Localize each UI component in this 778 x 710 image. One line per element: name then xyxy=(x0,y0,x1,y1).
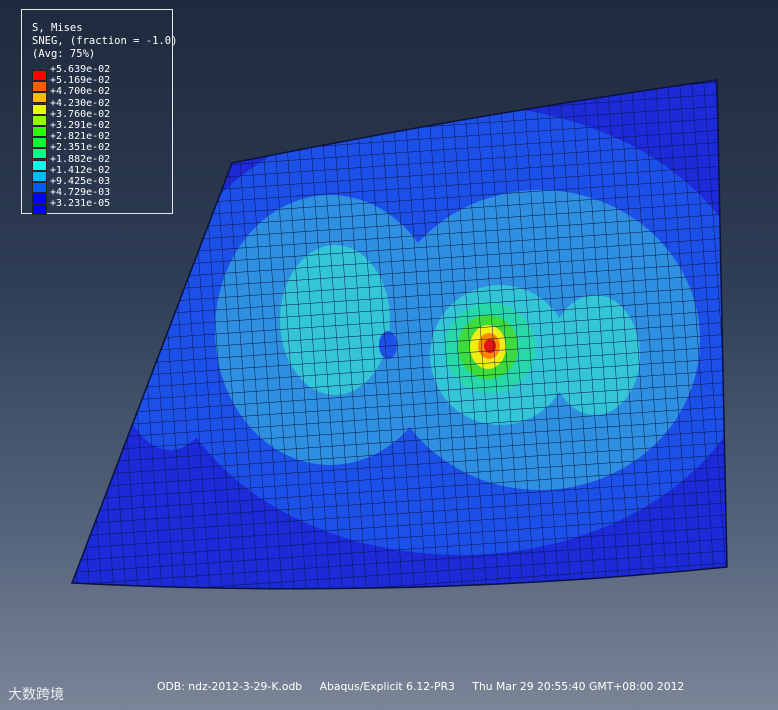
legend-swatch xyxy=(32,204,47,216)
legend-swatch xyxy=(32,92,47,104)
solver-version: Abaqus/Explicit 6.12-PR3 xyxy=(319,680,455,693)
legend-value: +3.760e-02 xyxy=(50,108,111,120)
legend-value: +5.169e-02 xyxy=(50,75,111,87)
legend-value: +2.821e-02 xyxy=(50,131,111,143)
legend-swatch xyxy=(32,148,47,160)
viewport-status-line: ODB: ndz-2012-3-29-K.odb Abaqus/Explicit… xyxy=(157,680,698,693)
legend-value: +4.729e-03 xyxy=(50,187,111,199)
legend-swatch xyxy=(32,159,47,171)
legend-value: +4.230e-02 xyxy=(50,97,111,109)
legend-swatch xyxy=(32,170,47,182)
legend-swatch xyxy=(32,182,47,193)
legend-value: +3.231e-05 xyxy=(50,198,111,210)
legend-value: +2.351e-02 xyxy=(50,142,111,154)
legend-value: +3.291e-02 xyxy=(50,120,111,131)
legend-value: +1.882e-02 xyxy=(50,153,111,165)
legend-variable: S, Mises xyxy=(32,22,83,34)
legend-averaging: (Avg: 75%) xyxy=(32,48,96,60)
legend-swatch xyxy=(32,103,47,115)
odb-name: ODB: ndz-2012-3-29-K.odb xyxy=(157,680,303,693)
legend-swatch xyxy=(32,114,47,126)
timestamp: Thu Mar 29 20:55:40 GMT+08:00 2012 xyxy=(472,680,685,693)
legend-level: +3.231e-05 xyxy=(32,199,110,216)
legend-value: +4.700e-02 xyxy=(50,86,111,98)
legend-value: +5.639e-02 xyxy=(50,64,111,75)
legend-section: SNEG, (fraction = -1.0) xyxy=(32,35,178,47)
legend-swatch xyxy=(32,126,47,137)
contour-legend[interactable]: S, Mises SNEG, (fraction = -1.0) (Avg: 7… xyxy=(21,9,177,216)
legend-swatch xyxy=(32,193,47,205)
legend-value: +1.412e-02 xyxy=(50,164,111,176)
legend-swatch xyxy=(32,137,47,149)
watermark-logo: 大数跨境 xyxy=(8,687,64,703)
legend-swatch xyxy=(32,70,47,81)
legend-swatch xyxy=(32,81,47,93)
legend-value: +9.425e-03 xyxy=(50,176,111,187)
